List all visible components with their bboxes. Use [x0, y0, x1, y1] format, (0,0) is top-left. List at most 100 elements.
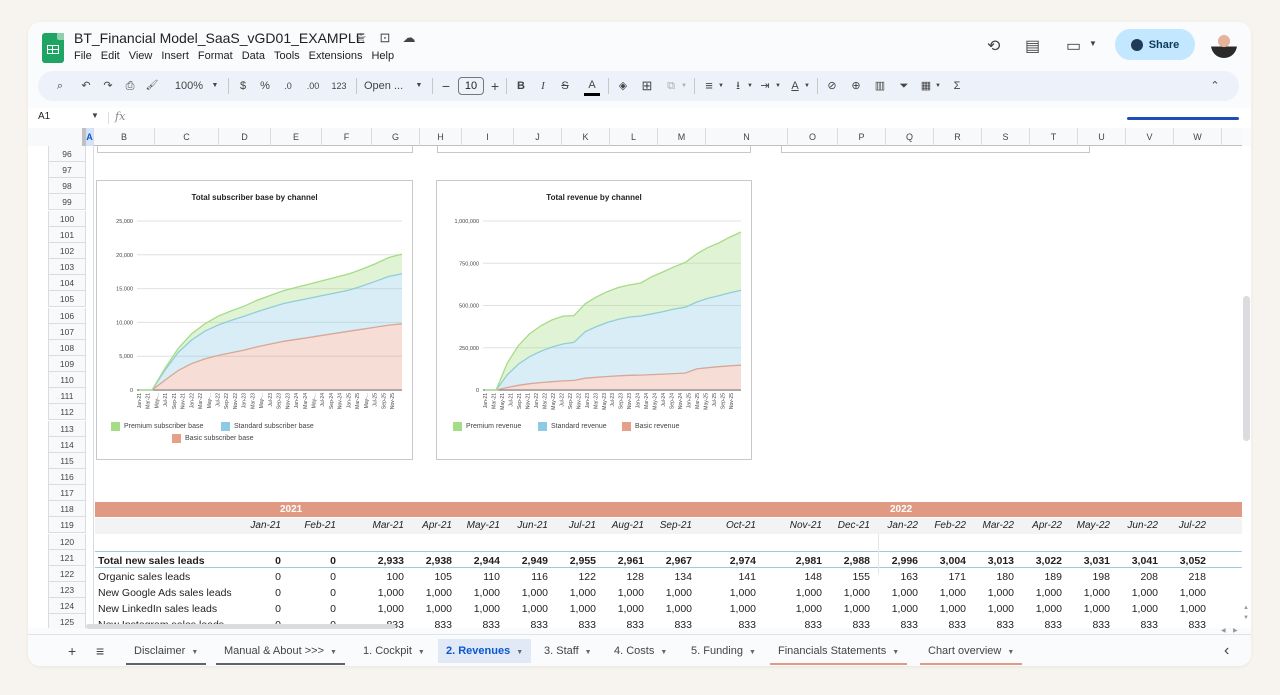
meet-icon[interactable]: ▭ — [1066, 36, 1081, 56]
table-cell[interactable]: 1,000 — [776, 587, 822, 599]
table-cell[interactable]: 1,000 — [1016, 587, 1062, 599]
table-cell[interactable]: 833 — [598, 619, 644, 628]
table-cell[interactable]: 3,052 — [1160, 555, 1206, 567]
table-cell[interactable]: 1,000 — [646, 587, 692, 599]
functions-icon[interactable]: Σ — [950, 71, 964, 101]
column-header-w[interactable]: W — [1174, 128, 1222, 146]
sheet-tab-chart-overview[interactable]: Chart overview ▼ — [920, 639, 1023, 665]
row-header-125[interactable]: 125 — [48, 614, 86, 628]
rotate-dropdown-icon[interactable]: ▼ — [803, 71, 811, 101]
menu-extensions[interactable]: Extensions — [309, 50, 363, 62]
table-cell[interactable]: 1,000 — [598, 603, 644, 615]
column-header-a[interactable]: A — [86, 128, 94, 146]
table-cell[interactable]: 1,000 — [454, 603, 500, 615]
filter-views-icon[interactable]: ▦ — [918, 71, 934, 101]
insert-chart-icon[interactable]: ▥ — [872, 71, 888, 101]
table-cell[interactable]: 198 — [1064, 571, 1110, 583]
table-cell[interactable]: 1,000 — [920, 603, 966, 615]
table-cell[interactable]: 833 — [1112, 619, 1158, 628]
column-header-f[interactable]: F — [322, 128, 372, 146]
scroll-down-icon[interactable]: ▼ — [1243, 615, 1249, 621]
table-cell[interactable]: 0 — [235, 587, 281, 599]
table-cell[interactable]: 1,000 — [872, 587, 918, 599]
strikethrough-button[interactable]: S — [558, 71, 572, 101]
column-header-t[interactable]: T — [1030, 128, 1078, 146]
cloud-saved-icon[interactable]: ☁ — [402, 30, 416, 46]
table-cell[interactable]: 833 — [646, 619, 692, 628]
sheet-tab-manual-about[interactable]: Manual & About >>> ▼ — [216, 639, 345, 665]
table-cell[interactable]: 0 — [235, 603, 281, 615]
row-header-117[interactable]: 117 — [48, 485, 86, 502]
version-history-icon[interactable]: ⟲ — [987, 36, 1000, 56]
align-dropdown-icon[interactable]: ▼ — [717, 71, 725, 101]
sheet-tab-4-costs[interactable]: 4. Costs ▼ — [606, 639, 675, 663]
paint-format-icon[interactable]: 🖌 — [144, 71, 160, 101]
menu-insert[interactable]: Insert — [161, 50, 189, 62]
add-sheet-icon[interactable]: + — [68, 639, 76, 663]
row-header-98[interactable]: 98 — [48, 178, 86, 195]
font-size-input[interactable]: 10 — [458, 77, 484, 95]
table-cell[interactable]: 3,004 — [920, 555, 966, 567]
row-header-107[interactable]: 107 — [48, 323, 86, 340]
table-cell[interactable]: 3,041 — [1112, 555, 1158, 567]
table-cell[interactable]: 1,000 — [776, 603, 822, 615]
row-header-123[interactable]: 123 — [48, 582, 86, 599]
table-cell[interactable]: 141 — [710, 571, 756, 583]
menu-format[interactable]: Format — [198, 50, 233, 62]
scroll-left-icon[interactable]: ◀ — [1221, 627, 1226, 634]
decrease-font-size-button[interactable]: − — [440, 71, 452, 101]
table-cell[interactable]: 2,974 — [710, 555, 756, 567]
table-cell[interactable]: 0 — [235, 555, 281, 567]
table-cell[interactable]: 1,000 — [872, 603, 918, 615]
table-cell[interactable]: 155 — [824, 571, 870, 583]
column-header-h[interactable]: H — [420, 128, 462, 146]
table-cell[interactable]: 1,000 — [968, 603, 1014, 615]
table-cell[interactable]: 163 — [872, 571, 918, 583]
row-header-100[interactable]: 100 — [48, 210, 86, 227]
table-cell[interactable]: 1,000 — [646, 603, 692, 615]
table-cell[interactable]: 2,933 — [358, 555, 404, 567]
table-cell[interactable]: 110 — [454, 571, 500, 583]
percent-format-button[interactable]: % — [258, 71, 272, 101]
table-cell[interactable]: 0 — [290, 587, 336, 599]
row-header-111[interactable]: 111 — [48, 388, 86, 405]
table-cell[interactable]: 105 — [406, 571, 452, 583]
decrease-decimal-button[interactable]: .0 — [278, 71, 298, 101]
text-color-button[interactable]: A — [584, 74, 600, 96]
table-cell[interactable]: 3,031 — [1064, 555, 1110, 567]
vertical-scroll-thumb[interactable] — [1243, 296, 1250, 441]
table-cell[interactable]: 833 — [502, 619, 548, 628]
sheet-tab-3-staff[interactable]: 3. Staff ▼ — [536, 639, 600, 663]
column-header-l[interactable]: L — [610, 128, 658, 146]
table-cell[interactable]: 128 — [598, 571, 644, 583]
redo-icon[interactable]: ↷ — [100, 71, 116, 101]
sheet-tab-dropdown-icon[interactable]: ▼ — [418, 649, 425, 656]
table-cell[interactable]: 3,022 — [1016, 555, 1062, 567]
star-icon[interactable]: ☆ — [354, 30, 368, 46]
menu-edit[interactable]: Edit — [101, 50, 120, 62]
sheet-tab-dropdown-icon[interactable]: ▼ — [330, 649, 337, 656]
column-header-u[interactable]: U — [1078, 128, 1126, 146]
vertical-scrollbar[interactable] — [1242, 146, 1251, 628]
zoom-select[interactable]: 100% — [172, 71, 206, 101]
sheet-tab-dropdown-icon[interactable]: ▼ — [191, 649, 198, 656]
sheet-tab-dropdown-icon[interactable]: ▼ — [1007, 649, 1014, 656]
row-header-102[interactable]: 102 — [48, 242, 86, 259]
scroll-tabs-left-icon[interactable]: ‹ — [1224, 639, 1229, 663]
table-cell[interactable]: 3,013 — [968, 555, 1014, 567]
meet-dropdown-icon[interactable]: ▼ — [1089, 39, 1097, 48]
table-cell[interactable]: 833 — [406, 619, 452, 628]
row-header-124[interactable]: 124 — [48, 598, 86, 615]
table-cell[interactable]: 833 — [920, 619, 966, 628]
menu-view[interactable]: View — [129, 50, 153, 62]
table-cell[interactable]: 1,000 — [824, 603, 870, 615]
bold-button[interactable]: B — [514, 71, 528, 101]
table-cell[interactable]: 2,961 — [598, 555, 644, 567]
column-header-q[interactable]: Q — [886, 128, 934, 146]
move-to-folder-icon[interactable]: ⊡ — [378, 30, 392, 46]
row-header-114[interactable]: 114 — [48, 436, 86, 453]
zoom-dropdown-icon[interactable]: ▼ — [210, 71, 220, 101]
horizontal-scroll-thumb[interactable] — [86, 624, 396, 629]
table-cell[interactable]: 2,938 — [406, 555, 452, 567]
sheet-tab-financials-statements[interactable]: Financials Statements ▼ — [770, 639, 908, 665]
